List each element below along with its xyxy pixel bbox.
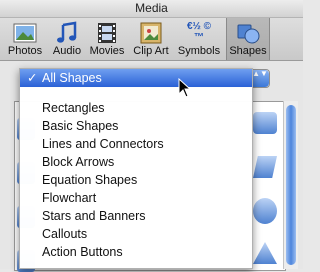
menu-item-label: Flowchart (42, 191, 97, 205)
shapes-icon (237, 24, 260, 44)
shape-thumbnail[interactable] (253, 156, 277, 178)
media-toolbar: Photos Audio Movies Clip Art €½ ©™ Symbo… (0, 18, 303, 61)
shape-thumbnail[interactable] (253, 198, 277, 224)
tab-shapes-label: Shapes (229, 45, 267, 57)
shape-thumbnail[interactable] (253, 112, 277, 134)
tab-photos[interactable]: Photos (2, 18, 48, 60)
scrollbar-thumb[interactable] (286, 105, 296, 265)
menu-item-label: Equation Shapes (42, 173, 138, 187)
shape-grid-scrollbar[interactable] (283, 101, 298, 269)
window-title: Media (0, 0, 303, 18)
menu-item-rectangles[interactable]: Rectangles (20, 99, 252, 117)
menu-item-block-arrows[interactable]: Block Arrows (20, 153, 252, 171)
tab-audio[interactable]: Audio (48, 18, 86, 60)
menu-item-label: All Shapes (42, 71, 102, 85)
menu-item-flowchart[interactable]: Flowchart (20, 189, 252, 207)
tab-symbols[interactable]: €½ ©™ Symbols (174, 18, 224, 60)
tab-movies-label: Movies (89, 45, 125, 57)
menu-item-label: Block Arrows (42, 155, 115, 169)
menu-item-all-shapes[interactable]: ✓ All Shapes (20, 69, 252, 87)
menu-item-label: Lines and Connectors (42, 137, 164, 151)
tab-clip-art-label: Clip Art (133, 45, 169, 57)
checkmark-icon: ✓ (27, 71, 38, 85)
menu-item-callouts[interactable]: Callouts (20, 225, 252, 243)
mouse-pointer-icon (178, 78, 192, 98)
symbols-icon: €½ ©™ (186, 21, 212, 43)
menu-item-label: Stars and Banners (42, 209, 146, 223)
tab-movies[interactable]: Movies (86, 18, 128, 60)
movies-icon (98, 23, 116, 43)
menu-item-stars-and-banners[interactable]: Stars and Banners (20, 207, 252, 225)
menu-item-basic-shapes[interactable]: Basic Shapes (20, 117, 252, 135)
menu-item-equation-shapes[interactable]: Equation Shapes (20, 171, 252, 189)
tab-clip-art[interactable]: Clip Art (128, 18, 174, 60)
menu-item-label: Action Buttons (42, 245, 123, 259)
menu-item-label: Rectangles (42, 101, 105, 115)
menu-item-lines-and-connectors[interactable]: Lines and Connectors (20, 135, 252, 153)
photos-icon (13, 23, 37, 43)
menu-item-action-buttons[interactable]: Action Buttons (20, 243, 252, 261)
tab-shapes[interactable]: Shapes (226, 18, 270, 60)
shape-category-menu: ✓ All Shapes Rectangles Basic Shapes Lin… (19, 68, 253, 269)
clip-art-icon (140, 22, 162, 44)
menu-item-label: Callouts (42, 227, 88, 241)
tab-audio-label: Audio (52, 45, 82, 57)
tab-photos-label: Photos (7, 45, 43, 57)
menu-item-label: Basic Shapes (42, 119, 119, 133)
tab-symbols-label: Symbols (177, 45, 221, 57)
shape-thumbnail[interactable] (253, 242, 277, 264)
audio-icon (57, 21, 77, 43)
